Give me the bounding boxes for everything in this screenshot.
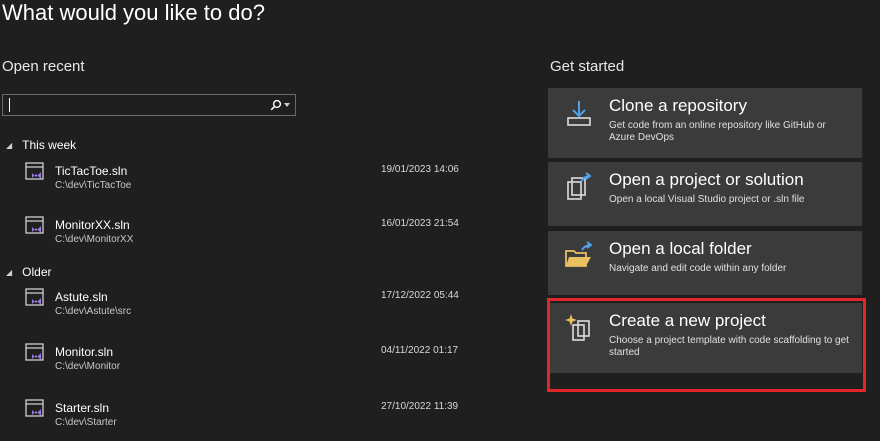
recent-item-name: MonitorXX.sln: [55, 218, 130, 232]
card-description: Navigate and edit code within any folder: [609, 263, 787, 274]
collapse-triangle-icon: ◢: [6, 140, 13, 150]
recent-item-path: C:\dev\Starter: [55, 417, 117, 428]
clone-repository-icon: [567, 101, 591, 126]
recent-item-date: 19/01/2023 14:06: [381, 164, 459, 175]
open-project-button[interactable]: Open a project or solution Open a local …: [548, 162, 862, 226]
search-options-button[interactable]: [267, 97, 293, 113]
recent-item-name: Astute.sln: [55, 290, 108, 304]
recent-item-path: C:\dev\Monitor: [55, 361, 121, 372]
recent-item-date: 16/01/2023 21:54: [381, 218, 459, 229]
highlight-box: [547, 298, 866, 392]
get-started-heading: Get started: [550, 58, 625, 75]
card-title: Clone a repository: [609, 96, 747, 115]
recent-item-path: C:\dev\Astute\src: [55, 306, 132, 317]
group-label: This week: [22, 138, 77, 152]
open-project-icon: [567, 172, 592, 200]
recent-item-name: TicTacToe.sln: [55, 164, 128, 178]
chevron-down-icon: [284, 103, 290, 107]
recent-item-path: C:\dev\TicTacToe: [55, 180, 132, 191]
solution-file-icon: [25, 216, 44, 234]
recent-item-monitor[interactable]: Monitor.sln C:\dev\Monitor 04/11/2022 01…: [0, 341, 500, 385]
group-header-older[interactable]: ◢ Older: [6, 265, 52, 279]
recent-item-date: 04/11/2022 01:17: [381, 345, 459, 356]
recent-item-date: 27/10/2022 11:39: [381, 401, 459, 412]
recent-search-input[interactable]: [7, 97, 257, 113]
card-description: Open a local Visual Studio project or .s…: [609, 194, 805, 205]
solution-file-icon: [25, 288, 44, 306]
collapse-triangle-icon: ◢: [6, 267, 13, 277]
open-recent-heading: Open recent: [2, 58, 85, 75]
recent-item-monitorxx[interactable]: MonitorXX.sln C:\dev\MonitorXX 16/01/202…: [0, 214, 500, 258]
solution-file-icon: [25, 399, 44, 417]
search-icon: [270, 99, 282, 111]
recent-item-tictactoe[interactable]: TicTacToe.sln C:\dev\TicTacToe 19/01/202…: [0, 160, 500, 204]
group-header-this-week[interactable]: ◢ This week: [6, 138, 76, 152]
clone-repository-button[interactable]: Clone a repository Get code from an onli…: [548, 88, 862, 158]
recent-item-astute[interactable]: Astute.sln C:\dev\Astute\src 17/12/2022 …: [0, 286, 500, 330]
recent-item-name: Starter.sln: [55, 401, 110, 415]
solution-file-icon: [25, 162, 44, 180]
open-folder-button[interactable]: Open a local folder Navigate and edit co…: [548, 231, 862, 295]
open-folder-icon: [565, 241, 593, 267]
card-title: Open a local folder: [609, 239, 752, 258]
card-description: Get code from an online repository like …: [609, 120, 826, 143]
recent-item-path: C:\dev\MonitorXX: [55, 234, 134, 245]
recent-item-starter[interactable]: Starter.sln C:\dev\Starter 27/10/2022 11…: [0, 397, 500, 441]
recent-item-name: Monitor.sln: [55, 345, 114, 359]
card-title: Open a project or solution: [609, 170, 804, 189]
group-label: Older: [22, 265, 52, 279]
solution-file-icon: [25, 343, 44, 361]
page-title: What would you like to do?: [2, 0, 265, 25]
recent-search-box[interactable]: [2, 94, 296, 116]
recent-item-date: 17/12/2022 05:44: [381, 290, 459, 301]
